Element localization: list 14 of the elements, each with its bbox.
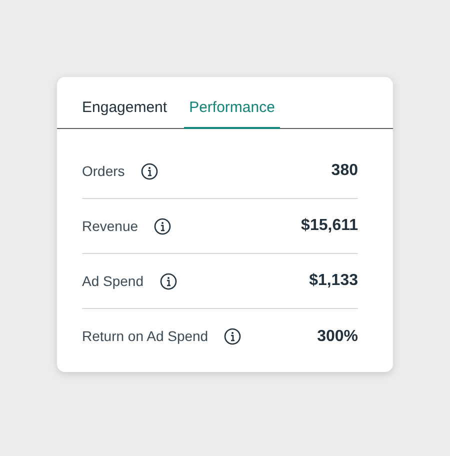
info-icon[interactable] bbox=[224, 328, 242, 345]
metric-label: Orders bbox=[82, 162, 125, 180]
tab[interactable]: Performance bbox=[184, 89, 280, 129]
info-icon[interactable] bbox=[154, 218, 172, 234]
info-icon[interactable] bbox=[160, 272, 176, 290]
tab[interactable]: Engagement bbox=[77, 89, 172, 129]
info-icon[interactable] bbox=[140, 162, 158, 180]
metric-value: 300% bbox=[317, 326, 358, 346]
metric-label: Return on Ad Spend bbox=[82, 327, 208, 346]
metric-value: 380 bbox=[331, 161, 358, 181]
metric-value: $1,133 bbox=[309, 271, 358, 291]
metric-value: $15,611 bbox=[301, 216, 358, 236]
metric-label: Ad Spend bbox=[82, 272, 144, 291]
metric-label: Revenue bbox=[82, 216, 138, 236]
